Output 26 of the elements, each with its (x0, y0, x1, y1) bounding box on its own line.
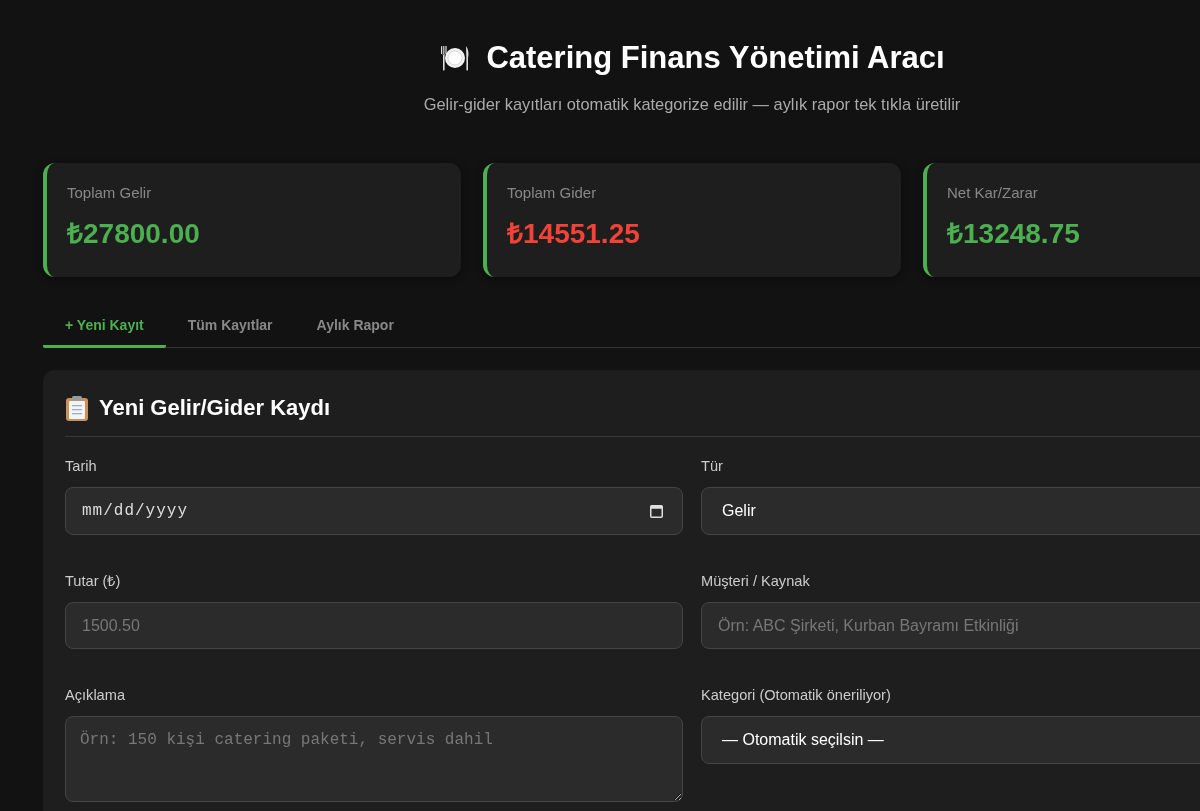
tab[interactable]: + Yeni Kayıt (43, 305, 166, 348)
card-label: Toplam Gelir (67, 184, 153, 202)
select-dropdown[interactable]: Gelir (701, 487, 1200, 535)
card-value: ₺27800.00 (67, 218, 201, 250)
field-label: Müşteri / Kaynak (701, 572, 811, 590)
page-title: Catering Finans Yönetimi Aracı (486, 40, 945, 76)
page-subtitle: Gelir-gider kayıtları otomatik kategorize edilir — aylık rapor tek tıkla üretilir (423, 94, 961, 114)
select-dropdown[interactable]: — Otomatik seçilsin — (701, 716, 1200, 764)
card-value: ₺13248.75 (947, 218, 1081, 250)
card-value: ₺14551.25 (507, 218, 641, 250)
date-input[interactable]: mm/dd/yyyy (65, 487, 683, 535)
text-input[interactable]: 1500.50 (65, 602, 683, 649)
textarea-input[interactable]: Örn: 150 kişi catering paketi, servis dahil (65, 716, 683, 802)
field-label: Tutar (₺) (65, 572, 122, 590)
field-label: Tür (701, 457, 724, 475)
field-label: Kategori (Otomatik öneriliyor) (701, 686, 892, 704)
field-label: Açıklama (65, 686, 126, 704)
text-input[interactable]: Örn: ABC Şirketi, Kurban Bayramı Etkinliği (701, 602, 1200, 649)
tab[interactable]: Aylık Rapor (294, 305, 416, 348)
card-label: Net Kar/Zarar (947, 184, 1039, 202)
tab[interactable]: Tüm Kayıtlar (165, 305, 295, 348)
form-title: Yeni Gelir/Gider Kaydı (99, 394, 331, 422)
clipboard-icon (65, 395, 89, 421)
calendar-icon[interactable] (650, 504, 663, 518)
card-label: Toplam Gider (507, 184, 598, 202)
field-label: Tarih (65, 457, 98, 475)
